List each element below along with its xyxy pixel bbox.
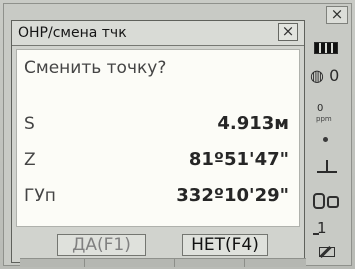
dialog-close-button[interactable]: × (278, 23, 298, 41)
softkey-divider (84, 259, 85, 267)
horizontal-angle-value: 332º10'29" (176, 185, 289, 206)
dialog-body: Сменить точку? S 4.913м Z 81º51'47" ГУп … (16, 49, 300, 227)
softkey-strip (20, 258, 306, 267)
prism-icon: ◍ (310, 66, 324, 85)
zenith-angle-label: Z (24, 150, 36, 170)
device-screen: × ОНР/смена тчк × Сменить точку? S 4.913… (0, 0, 355, 269)
slope-distance-value: 4.913м (217, 113, 289, 134)
softkey-divider (244, 259, 245, 267)
prism-constant-indicator: ◍ 0 (310, 68, 339, 84)
dialog-title: ОНР/смена тчк (18, 25, 127, 41)
softkey-divider (174, 259, 175, 267)
laser-dot-icon (323, 137, 328, 142)
yes-button[interactable]: ДА(F1) (57, 234, 146, 256)
window-close-button[interactable]: × (326, 6, 348, 24)
close-icon: × (281, 22, 295, 40)
input-mode-icon (319, 245, 337, 259)
no-button[interactable]: НЕТ(F4) (182, 234, 268, 256)
face-left-icon (313, 193, 325, 209)
slope-distance-label: S (24, 114, 35, 134)
confirmation-prompt: Сменить точку? (24, 58, 167, 78)
tilt-level-icon (316, 157, 338, 175)
battery-icon (314, 42, 338, 54)
prism-constant-value: 0 (329, 66, 340, 85)
horizontal-angle-label: ГУп (24, 186, 56, 206)
ppm-label: ppm (316, 115, 332, 123)
face-indicator-icon (313, 193, 341, 209)
dialog-title-bar: ОНР/смена тчк × (12, 21, 304, 46)
status-sidebar: ◍ 0 0 ppm 1 (305, 24, 350, 262)
change-point-dialog: ОНР/смена тчк × Сменить точку? S 4.913м … (11, 20, 305, 263)
zenith-angle-value: 81º51'47" (188, 149, 289, 170)
ppm-value: 0 (317, 103, 324, 114)
close-icon: × (330, 5, 344, 23)
page-number: 1 (317, 219, 327, 237)
face-right-icon (327, 196, 339, 208)
